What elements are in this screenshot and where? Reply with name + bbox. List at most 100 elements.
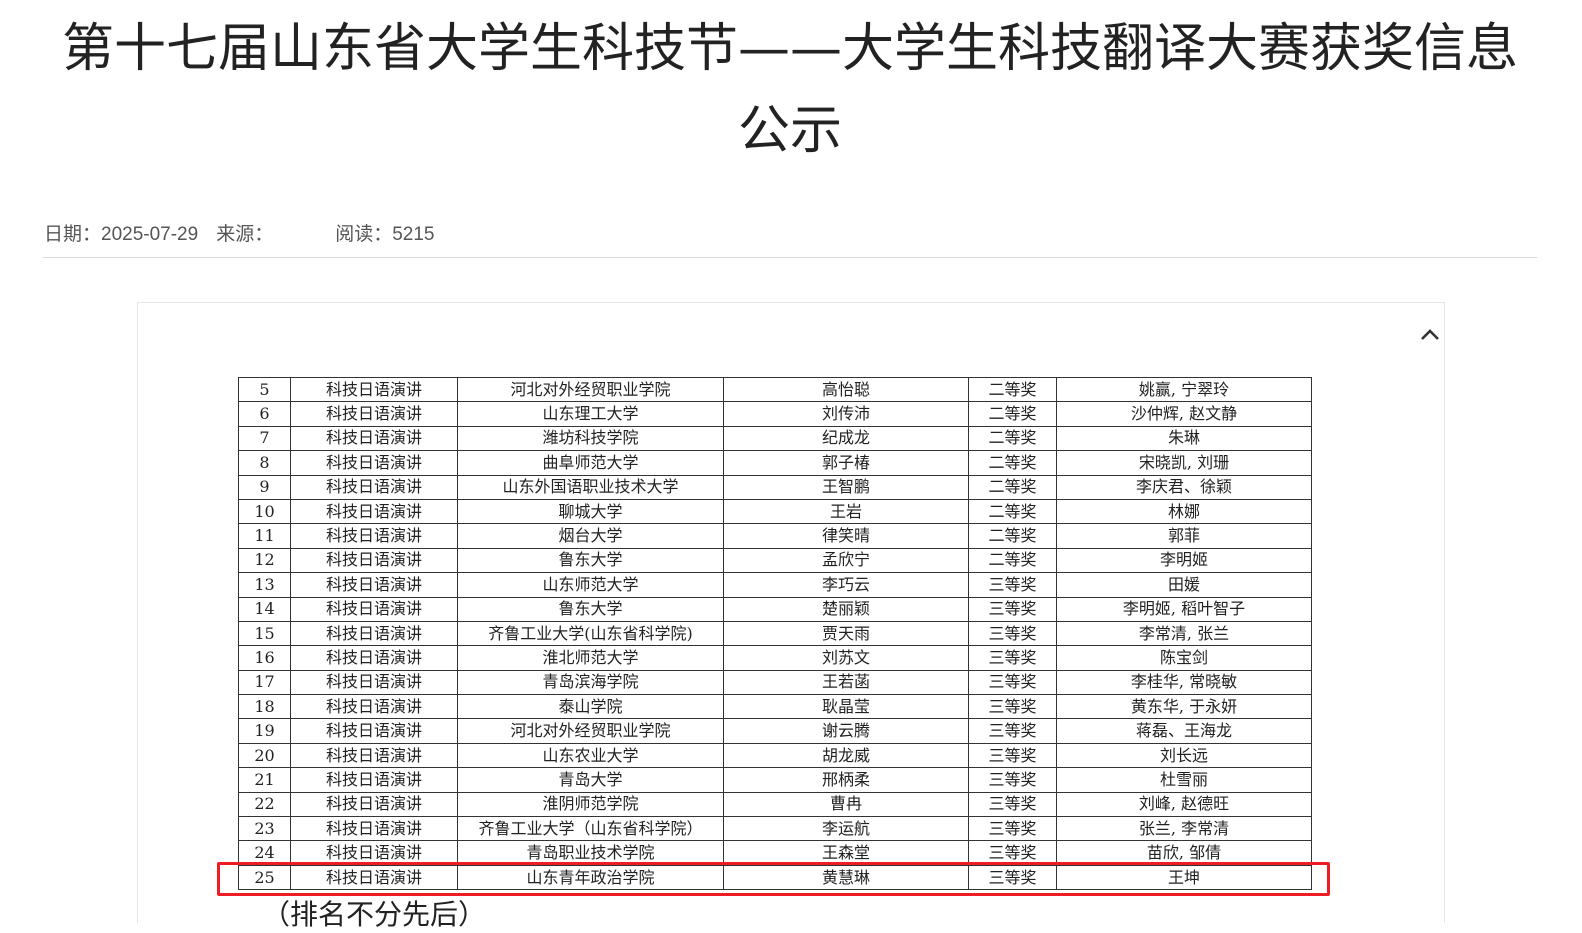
cell-advisor: 郭菲	[1056, 523, 1312, 549]
cell-advisor: 张兰, 李常清	[1056, 816, 1312, 842]
cell-student: 李运航	[723, 816, 969, 842]
cell-award: 三等奖	[968, 620, 1057, 647]
cell-award: 二等奖	[968, 425, 1057, 452]
cell-school: 淮北师范大学	[457, 645, 724, 671]
chevron-up-icon[interactable]	[1418, 323, 1442, 347]
cell-student: 律笑晴	[723, 523, 969, 549]
cell-award: 三等奖	[968, 767, 1057, 793]
cell-student: 邢柄柔	[723, 767, 969, 793]
table-row: 19 科技日语演讲 河北对外经贸职业学院 谢云腾 三等奖 蒋磊、王海龙	[238, 718, 1312, 744]
ranking-note: （排名不分先后）	[262, 898, 487, 931]
cell-category: 科技日语演讲	[290, 645, 458, 671]
table-row: 15 科技日语演讲 齐鲁工业大学(山东省科学院) 贾天雨 三等奖 李常清, 张兰	[238, 620, 1312, 647]
cell-category: 科技日语演讲	[290, 718, 458, 744]
cell-number: 22	[238, 791, 291, 818]
cell-student: 高怡聪	[723, 376, 969, 403]
cell-student: 李巧云	[723, 572, 969, 598]
cell-student: 郭子椿	[723, 450, 969, 476]
cell-school: 齐鲁工业大学(山东省科学院)	[457, 620, 724, 647]
table-row: 22 科技日语演讲 淮阴师范学院 曹冉 三等奖 刘峰, 赵德旺	[238, 791, 1312, 818]
cell-award: 三等奖	[968, 645, 1057, 671]
cell-number: 6	[238, 401, 291, 427]
table-row: 14 科技日语演讲 鲁东大学 楚丽颖 三等奖 李明姬, 稻叶智子	[238, 596, 1312, 622]
table-row: 20 科技日语演讲 山东农业大学 胡龙威 三等奖 刘长远	[238, 742, 1312, 769]
cell-advisor: 李桂华, 常晓敏	[1056, 669, 1312, 696]
cell-advisor: 宋晓凯, 刘珊	[1056, 450, 1312, 476]
table-row: 6 科技日语演讲 山东理工大学 刘传沛 二等奖 沙仲辉, 赵文静	[238, 401, 1312, 427]
table-row: 17 科技日语演讲 青岛滨海学院 王若菡 三等奖 李桂华, 常晓敏	[238, 669, 1312, 696]
cell-award: 二等奖	[968, 474, 1057, 500]
cell-number: 19	[238, 718, 291, 744]
cell-advisor: 沙仲辉, 赵文静	[1056, 401, 1312, 427]
cell-advisor: 林娜	[1056, 498, 1312, 525]
cell-school: 淮阴师范学院	[457, 791, 724, 818]
highlight-box	[217, 862, 1330, 896]
cell-school: 鲁东大学	[457, 596, 724, 622]
cell-school: 山东理工大学	[457, 401, 724, 427]
article-reads: 阅读：5215	[335, 224, 435, 245]
cell-number: 23	[238, 816, 291, 842]
cell-number: 14	[238, 596, 291, 622]
cell-advisor: 李明姬	[1056, 547, 1312, 574]
cell-number: 5	[238, 376, 291, 403]
cell-school: 山东农业大学	[457, 742, 724, 769]
cell-student: 楚丽颖	[723, 596, 969, 622]
cell-number: 9	[238, 474, 291, 500]
cell-award: 三等奖	[968, 572, 1057, 598]
cell-school: 齐鲁工业大学（山东省科学院）	[457, 816, 724, 842]
cell-category: 科技日语演讲	[290, 547, 458, 574]
cell-school: 青岛大学	[457, 767, 724, 793]
cell-category: 科技日语演讲	[290, 742, 458, 769]
cell-category: 科技日语演讲	[290, 694, 458, 720]
article-meta: 日期：2025-07-29 来源： 阅读：5215	[44, 219, 453, 246]
cell-advisor: 刘长远	[1056, 742, 1312, 769]
cell-award: 二等奖	[968, 376, 1057, 403]
cell-advisor: 李常清, 张兰	[1056, 620, 1312, 647]
cell-category: 科技日语演讲	[290, 523, 458, 549]
cell-advisor: 李庆君、徐颖	[1056, 474, 1312, 500]
table-row: 12 科技日语演讲 鲁东大学 孟欣宁 二等奖 李明姬	[238, 547, 1312, 574]
article-source: 来源：	[216, 224, 274, 245]
cell-advisor: 刘峰, 赵德旺	[1056, 791, 1312, 818]
cell-category: 科技日语演讲	[290, 450, 458, 476]
cell-student: 刘传沛	[723, 401, 969, 427]
cell-student: 耿晶莹	[723, 694, 969, 720]
cell-advisor: 朱琳	[1056, 425, 1312, 452]
cell-number: 15	[238, 620, 291, 647]
cell-award: 三等奖	[968, 742, 1057, 769]
cell-category: 科技日语演讲	[290, 572, 458, 598]
cell-category: 科技日语演讲	[290, 816, 458, 842]
cell-advisor: 蒋磊、王海龙	[1056, 718, 1312, 744]
table-row: 5 科技日语演讲 河北对外经贸职业学院 高怡聪 二等奖 姚赢, 宁翠玲	[238, 376, 1312, 403]
cell-award: 二等奖	[968, 450, 1057, 476]
cell-category: 科技日语演讲	[290, 376, 458, 403]
cell-award: 三等奖	[968, 816, 1057, 842]
article-title: 第十七届山东省大学生科技节——大学生科技翻译大赛获奖信息公示	[61, 19, 1518, 161]
cell-award: 三等奖	[968, 694, 1057, 720]
cell-advisor: 姚赢, 宁翠玲	[1056, 376, 1312, 403]
cell-school: 山东外国语职业技术大学	[457, 474, 724, 500]
cell-category: 科技日语演讲	[290, 620, 458, 647]
table-row: 23 科技日语演讲 齐鲁工业大学（山东省科学院） 李运航 三等奖 张兰, 李常清	[238, 816, 1312, 842]
cell-school: 聊城大学	[457, 498, 724, 525]
table-row: 9 科技日语演讲 山东外国语职业技术大学 王智鹏 二等奖 李庆君、徐颖	[238, 474, 1312, 500]
cell-award: 三等奖	[968, 669, 1057, 696]
cell-category: 科技日语演讲	[290, 498, 458, 525]
cell-student: 胡龙威	[723, 742, 969, 769]
table-row: 13 科技日语演讲 山东师范大学 李巧云 三等奖 田媛	[238, 572, 1312, 598]
cell-student: 谢云腾	[723, 718, 969, 744]
award-table: 5 科技日语演讲 河北对外经贸职业学院 高怡聪 二等奖 姚赢, 宁翠玲 6 科技日语演讲 山东理…	[238, 376, 1312, 891]
meta-divider	[43, 257, 1537, 258]
cell-advisor: 杜雪丽	[1056, 767, 1312, 793]
table-row: 8 科技日语演讲 曲阜师范大学 郭子椿 二等奖 宋晓凯, 刘珊	[238, 450, 1312, 476]
cell-student: 贾天雨	[723, 620, 969, 647]
table-row: 7 科技日语演讲 潍坊科技学院 纪成龙 二等奖 朱琳	[238, 425, 1312, 452]
cell-category: 科技日语演讲	[290, 596, 458, 622]
cell-advisor: 陈宝剑	[1056, 645, 1312, 671]
cell-student: 孟欣宁	[723, 547, 969, 574]
cell-student: 刘苏文	[723, 645, 969, 671]
cell-category: 科技日语演讲	[290, 669, 458, 696]
cell-student: 王岩	[723, 498, 969, 525]
table-row: 10 科技日语演讲 聊城大学 王岩 二等奖 林娜	[238, 498, 1312, 525]
cell-student: 王若菡	[723, 669, 969, 696]
